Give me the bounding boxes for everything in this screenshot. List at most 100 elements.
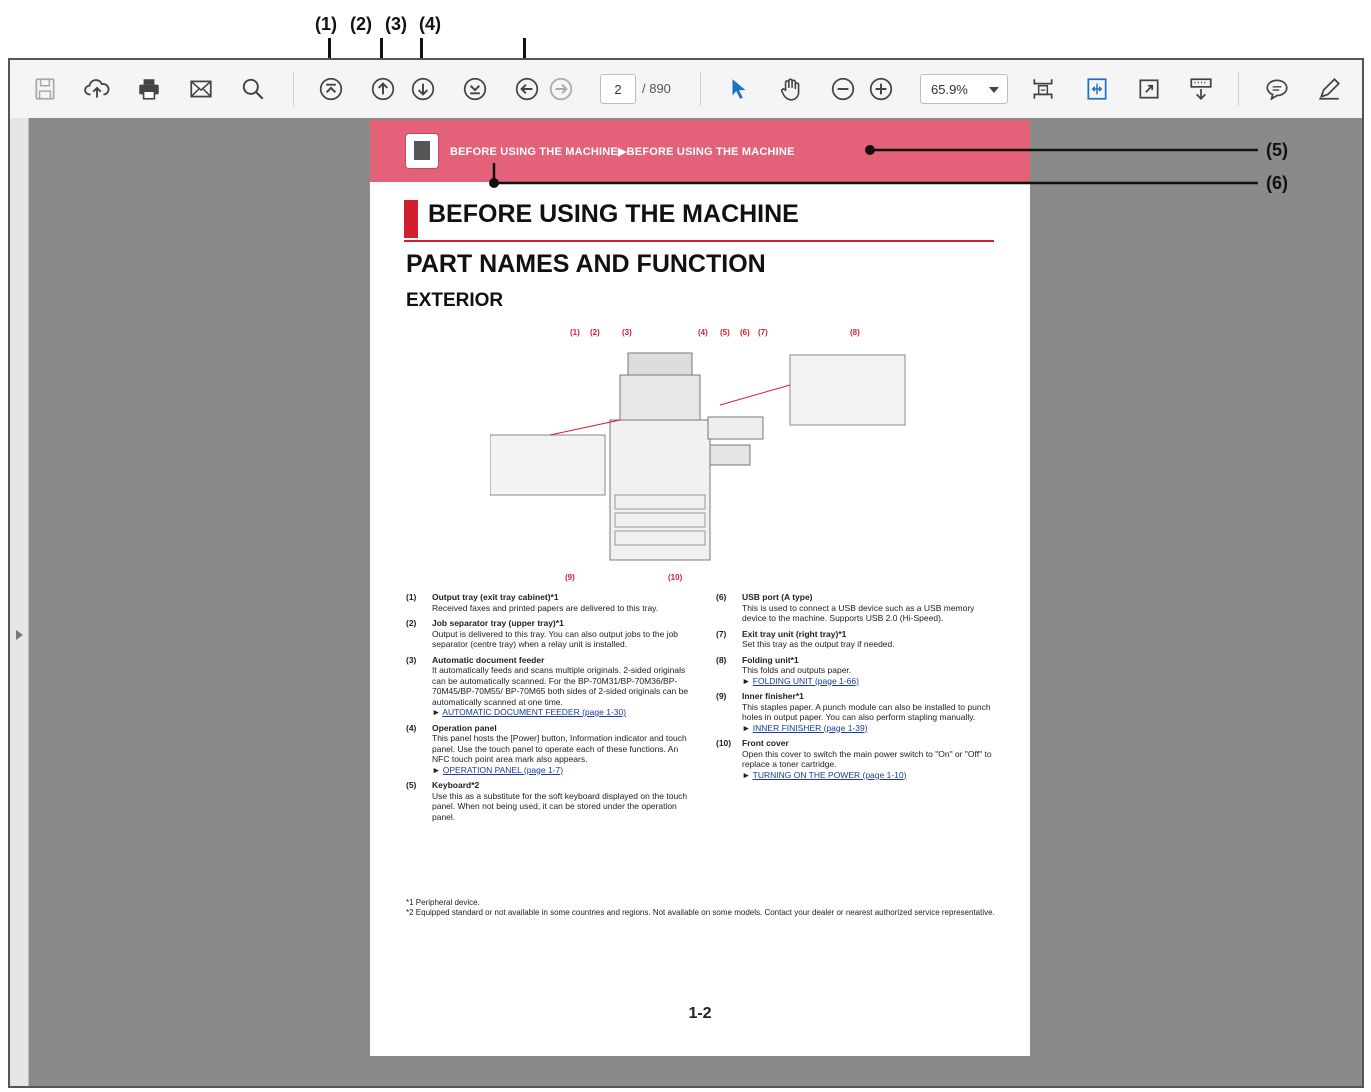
item-link[interactable]: ► AUTOMATIC DOCUMENT FEEDER (page 1-30) (432, 707, 691, 718)
select-pointer-icon[interactable] (724, 74, 754, 104)
highlight-pen-icon[interactable] (1314, 74, 1344, 104)
item-number: (1) (406, 592, 417, 602)
item-title: Job separator tray (upper tray)*1 (432, 618, 564, 628)
previous-page-icon[interactable] (368, 74, 398, 104)
item-description: It automatically feeds and scans multipl… (432, 665, 689, 707)
description-column-right: (6) USB port (A type) This is used to co… (716, 592, 1001, 785)
item-description: Use this as a substitute for the soft ke… (432, 790, 688, 822)
item-title: Folding unit*1 (742, 654, 799, 665)
illustration-label: (10) (668, 573, 683, 582)
item-number: (10) (716, 738, 732, 748)
upload-cloud-icon[interactable] (82, 74, 112, 104)
toolbar-separator (293, 72, 294, 106)
item-link[interactable]: ► OPERATION PANEL (page 1-7) (432, 765, 691, 776)
item-description: This folds and outputs paper. (742, 665, 852, 675)
last-page-icon[interactable] (460, 74, 490, 104)
item-number: (8) (716, 654, 727, 665)
link-text[interactable]: FOLDING UNIT (page 1-66) (753, 676, 859, 686)
scroll-mode-icon[interactable] (1186, 74, 1216, 104)
first-page-icon[interactable] (316, 74, 346, 104)
item-number: (4) (406, 722, 417, 733)
item-link[interactable]: ► FOLDING UNIT (page 1-66) (742, 676, 1001, 687)
page-total-label: / 890 (642, 81, 671, 96)
illustration-label: (7) (758, 328, 768, 337)
machine-illustration: (1) (2) (3) (4) (5) (6) (7) (8) (9) (10) (490, 328, 906, 582)
illustration-label: (2) (590, 328, 600, 337)
document-viewport[interactable]: BEFORE USING THE MACHINE▶BEFORE USING TH… (10, 118, 1362, 1086)
fit-width-icon[interactable] (1082, 74, 1112, 104)
page-number-input[interactable]: 2 (600, 74, 636, 104)
item-description: Set this tray as the output tray if need… (742, 639, 895, 649)
pdf-viewer-window: 2 / 890 65.9% BEFORE USING THE MACHINE▶B… (8, 58, 1364, 1088)
description-column-left: (1) Output tray (exit tray cabinet)*1 Re… (406, 592, 691, 827)
next-view-icon[interactable] (546, 74, 576, 104)
chevron-right-icon (16, 630, 23, 640)
link-text[interactable]: AUTOMATIC DOCUMENT FEEDER (page 1-30) (442, 707, 626, 717)
link-text[interactable]: OPERATION PANEL (page 1-7) (443, 765, 563, 775)
previous-view-icon[interactable] (512, 74, 542, 104)
list-item: (4) Operation panel This panel hosts the… (406, 723, 691, 776)
list-item: (10) Front cover Open this cover to swit… (716, 738, 1001, 780)
comment-icon[interactable] (1262, 74, 1292, 104)
email-icon[interactable] (186, 74, 216, 104)
heading-accent-bar (404, 200, 418, 238)
section-heading: PART NAMES AND FUNCTION (406, 250, 766, 278)
search-icon[interactable] (238, 74, 268, 104)
subsection-heading: EXTERIOR (406, 290, 504, 311)
illustration-label: (3) (622, 328, 632, 337)
chevron-down-icon (989, 87, 999, 93)
hand-tool-icon[interactable] (776, 74, 806, 104)
item-description: This staples paper. A punch module can a… (742, 701, 991, 723)
item-description: This is used to connect a USB device suc… (742, 602, 975, 624)
illustration-label: (8) (850, 328, 860, 337)
item-number: (5) (406, 780, 417, 790)
callout-2-label: (2) (350, 14, 372, 34)
page-title: BEFORE USING THE MACHINE (428, 200, 799, 228)
callout-4-label: (4) (419, 14, 441, 34)
callout-3-label: (3) (385, 14, 407, 34)
list-item: (5) Keyboard*2 Use this as a substitute … (406, 780, 691, 822)
list-item: (2) Job separator tray (upper tray)*1 Ou… (406, 618, 691, 650)
item-link[interactable]: ► TURNING ON THE POWER (page 1-10) (742, 770, 1001, 781)
footnote: *2 Equipped standard or not available in… (406, 908, 995, 917)
side-panel-toggle[interactable] (10, 118, 29, 1086)
item-number: (2) (406, 618, 417, 628)
link-text[interactable]: INNER FINISHER (page 1-39) (753, 723, 868, 733)
zoom-level-dropdown[interactable]: 65.9% (920, 74, 1008, 104)
illustration-label: (6) (740, 328, 750, 337)
item-link[interactable]: ► INNER FINISHER (page 1-39) (742, 723, 1001, 734)
footnote: *1 Peripheral device. (406, 898, 480, 907)
print-icon[interactable] (134, 74, 164, 104)
callout-5-label: (5) (1266, 140, 1288, 160)
breadcrumb: BEFORE USING THE MACHINE▶BEFORE USING TH… (450, 146, 795, 158)
item-title: Inner finisher*1 (742, 691, 804, 701)
list-item: (3) Automatic document feeder It automat… (406, 655, 691, 718)
list-item: (8) Folding unit*1 This folds and output… (716, 655, 1001, 687)
list-item: (7) Exit tray unit (right tray)*1 Set th… (716, 629, 1001, 650)
footnotes: *1 Peripheral device. *2 Equipped standa… (406, 898, 1006, 918)
page-number: 1-2 (688, 1005, 712, 1022)
list-item: (9) Inner finisher*1 This staples paper.… (716, 691, 1001, 733)
zoom-level-value: 65.9% (931, 82, 968, 97)
item-title: Keyboard*2 (432, 780, 480, 790)
illustration-label: (9) (565, 573, 575, 582)
illustration-label: (5) (720, 328, 730, 337)
full-screen-icon[interactable] (1134, 74, 1164, 104)
item-title: Automatic document feeder (432, 654, 545, 665)
next-page-icon[interactable] (408, 74, 438, 104)
link-text[interactable]: TURNING ON THE POWER (page 1-10) (753, 770, 907, 780)
zoom-out-icon[interactable] (828, 74, 858, 104)
callout-6-label: (6) (1266, 173, 1288, 193)
zoom-in-icon[interactable] (866, 74, 896, 104)
fit-page-icon[interactable] (1028, 74, 1058, 104)
item-number: (9) (716, 691, 727, 701)
toolbar-separator (700, 72, 701, 106)
item-title: Front cover (742, 738, 789, 748)
save-icon[interactable] (30, 74, 60, 104)
list-item: (6) USB port (A type) This is used to co… (716, 592, 1001, 624)
toolbar-separator (1238, 72, 1239, 106)
item-title: USB port (A type) (742, 592, 813, 602)
item-description: Open this cover to switch the main power… (742, 748, 992, 770)
item-title: Exit tray unit (right tray)*1 (742, 628, 847, 639)
item-number: (3) (406, 654, 417, 665)
